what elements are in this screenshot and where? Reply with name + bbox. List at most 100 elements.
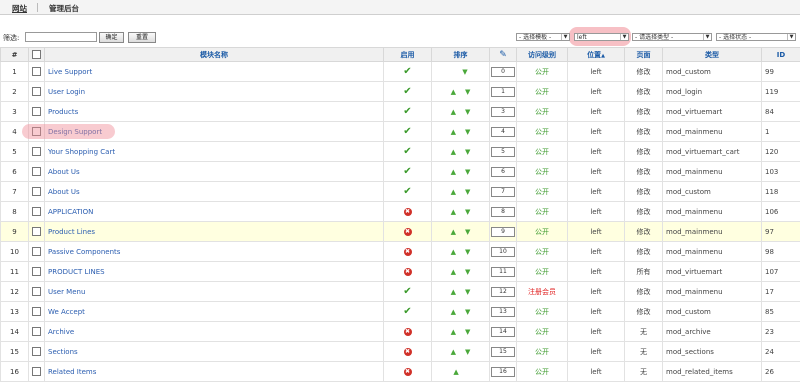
col-type[interactable]: 类型 [663,48,762,62]
order-up-icon[interactable]: ▲ [451,208,456,216]
tab-site[interactable]: 网站 [12,3,27,14]
order-input[interactable]: 3 [491,107,515,117]
row-checkbox[interactable] [32,107,41,116]
order-up-icon[interactable]: ▲ [451,348,456,356]
module-name-link[interactable]: Archive [45,322,384,342]
check-icon[interactable]: ✔ [403,306,411,317]
order-input[interactable]: 16 [491,367,515,377]
order-up-icon[interactable]: ▲ [451,128,456,136]
order-up-icon[interactable]: ▲ [451,228,456,236]
check-icon[interactable]: ✔ [403,186,411,197]
select-all-checkbox[interactable] [32,50,41,59]
access-level[interactable]: 公开 [517,242,568,262]
order-input[interactable]: 4 [491,127,515,137]
access-level[interactable]: 公开 [517,262,568,282]
order-down-icon[interactable]: ▼ [465,248,470,256]
col-position[interactable]: 位置▲ [568,48,625,62]
order-up-icon[interactable]: ▲ [451,188,456,196]
order-down-icon[interactable]: ▼ [465,188,470,196]
disabled-x-icon[interactable]: ✖ [404,268,412,276]
col-order[interactable]: 排序 [432,48,490,62]
check-icon[interactable]: ✔ [403,66,411,77]
access-level[interactable]: 公开 [517,102,568,122]
row-checkbox[interactable] [32,287,41,296]
order-down-icon[interactable]: ▼ [465,88,470,96]
order-input[interactable]: 6 [491,167,515,177]
order-down-icon[interactable]: ▼ [465,148,470,156]
access-level[interactable]: 公开 [517,162,568,182]
module-name-link[interactable]: Products [45,102,384,122]
state-select[interactable]: - 选择状态 - ▼ [716,33,796,41]
order-down-icon[interactable]: ▼ [462,68,467,76]
disabled-x-icon[interactable]: ✖ [404,228,412,236]
check-icon[interactable]: ✔ [403,126,411,137]
order-input[interactable]: 10 [491,247,515,257]
filter-search-input[interactable] [25,32,97,42]
order-down-icon[interactable]: ▼ [465,168,470,176]
row-checkbox[interactable] [32,187,41,196]
access-level[interactable]: 公开 [517,302,568,322]
order-up-icon[interactable]: ▲ [451,328,456,336]
order-up-icon[interactable]: ▲ [451,108,456,116]
order-up-icon[interactable]: ▲ [453,368,458,376]
order-down-icon[interactable]: ▼ [465,328,470,336]
row-checkbox[interactable] [32,267,41,276]
row-checkbox[interactable] [32,227,41,236]
access-level[interactable]: 公开 [517,202,568,222]
order-up-icon[interactable]: ▲ [451,288,456,296]
row-checkbox[interactable] [32,167,41,176]
order-up-icon[interactable]: ▲ [451,88,456,96]
row-checkbox[interactable] [32,307,41,316]
go-button[interactable]: 确定 [99,32,124,43]
check-icon[interactable]: ✔ [403,146,411,157]
order-input[interactable]: 12 [491,287,515,297]
order-down-icon[interactable]: ▼ [465,108,470,116]
save-order-icon[interactable]: ✎ [499,50,507,60]
module-name-link[interactable]: APPLICATION [45,202,384,222]
check-icon[interactable]: ✔ [403,106,411,117]
module-name-link[interactable]: About Us [45,182,384,202]
order-up-icon[interactable]: ▲ [451,268,456,276]
order-input[interactable]: 14 [491,327,515,337]
module-name-link[interactable]: Your Shopping Cart [45,142,384,162]
access-level[interactable]: 注册会员 [517,282,568,302]
module-name-link[interactable]: Live Support [45,62,384,82]
disabled-x-icon[interactable]: ✖ [404,348,412,356]
col-enabled[interactable]: 启用 [384,48,432,62]
access-level[interactable]: 公开 [517,62,568,82]
module-name-link[interactable]: Passive Components [45,242,384,262]
order-down-icon[interactable]: ▼ [465,228,470,236]
row-checkbox[interactable] [32,207,41,216]
order-down-icon[interactable]: ▼ [465,348,470,356]
access-level[interactable]: 公开 [517,142,568,162]
order-up-icon[interactable]: ▲ [451,308,456,316]
access-level[interactable]: 公开 [517,222,568,242]
module-name-link[interactable]: User Login [45,82,384,102]
module-name-link[interactable]: About Us [45,162,384,182]
tab-admin[interactable]: 管理后台 [49,3,79,14]
access-level[interactable]: 公开 [517,322,568,342]
type-select[interactable]: - 请选择类型 - ▼ [632,33,712,41]
order-input[interactable]: 5 [491,147,515,157]
order-input[interactable]: 7 [491,187,515,197]
module-name-link[interactable]: User Menu [45,282,384,302]
order-up-icon[interactable]: ▲ [451,248,456,256]
access-level[interactable]: 公开 [517,362,568,382]
order-up-icon[interactable]: ▲ [451,168,456,176]
module-name-link[interactable]: Product Lines [45,222,384,242]
order-down-icon[interactable]: ▼ [465,308,470,316]
order-input[interactable]: 15 [491,347,515,357]
row-checkbox[interactable] [32,367,41,376]
access-level[interactable]: 公开 [517,82,568,102]
template-select[interactable]: - 选择模板 - ▼ [516,33,570,41]
module-name-link[interactable]: Sections [45,342,384,362]
row-checkbox[interactable] [32,247,41,256]
order-down-icon[interactable]: ▼ [465,288,470,296]
disabled-x-icon[interactable]: ✖ [404,248,412,256]
module-name-link[interactable]: We Accept [45,302,384,322]
col-access[interactable]: 访问级别 [517,48,568,62]
order-input[interactable]: 9 [491,227,515,237]
access-level[interactable]: 公开 [517,342,568,362]
order-down-icon[interactable]: ▼ [465,208,470,216]
col-pages[interactable]: 页面 [625,48,663,62]
